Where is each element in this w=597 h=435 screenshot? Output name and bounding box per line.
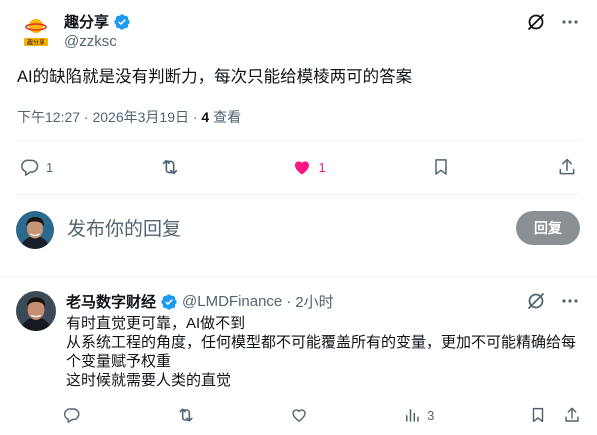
retweet-icon [179, 408, 193, 422]
divider [0, 276, 597, 277]
commenter-handle[interactable]: @LMDFinance [182, 293, 282, 310]
comment-views-count: 3 [427, 407, 435, 423]
comment-retweet-action[interactable] [176, 405, 196, 425]
verified-badge-icon [114, 13, 130, 30]
author-handle[interactable]: @zzksc [64, 33, 117, 50]
comment-reply-action[interactable] [63, 406, 81, 424]
reply-count: 1 [46, 159, 54, 175]
comment-time[interactable]: 2小时 [295, 291, 333, 312]
post-meta: 下午12:27 · 2026年3月19日 · 4 查看 [17, 107, 241, 127]
reply-icon [21, 159, 39, 177]
verified-badge-icon [161, 293, 177, 310]
retweet-action[interactable] [159, 156, 187, 178]
heart-outline-icon [292, 409, 307, 422]
grok-icon[interactable] [526, 291, 546, 311]
heart-icon [295, 161, 310, 175]
author-avatar[interactable]: 趣分享 [17, 13, 55, 51]
post-action-bar: 1 1 [20, 155, 577, 179]
comment-line: 这时候就需要人类的直觉 [66, 372, 232, 389]
post-timestamp[interactable]: 下午12:27 · 2026年3月19日 · [17, 109, 201, 125]
author-name[interactable]: 趣分享 [64, 11, 109, 32]
more-icon[interactable] [560, 12, 580, 32]
divider [16, 140, 581, 141]
like-count: 1 [318, 159, 326, 175]
bookmark-action[interactable] [431, 157, 451, 177]
more-icon[interactable] [560, 291, 580, 311]
post-text: AI的缺陷就是没有判断力，每次只能给模棱两可的答案 [17, 68, 413, 86]
commenter-name[interactable]: 老马数字财经 [66, 291, 156, 312]
commenter-avatar[interactable] [16, 291, 56, 331]
retweet-icon [162, 159, 178, 175]
comment-bookmark-action[interactable] [529, 406, 547, 424]
comment-text: 有时直觉更可靠，AI做不到 从系统工程的角度，任何模型都不可能覆盖所有的变量，更… [66, 314, 581, 390]
bookmark-icon [532, 407, 544, 423]
grok-icon[interactable] [526, 12, 546, 32]
reply-icon [63, 408, 80, 424]
svg-text:趣分享: 趣分享 [27, 39, 45, 47]
share-icon [565, 407, 579, 422]
comment-views-action[interactable]: 3 [403, 406, 434, 424]
like-action[interactable]: 1 [292, 157, 326, 177]
share-action[interactable] [557, 157, 577, 177]
comment-like-action[interactable] [290, 406, 308, 424]
divider [16, 194, 581, 195]
comment-line: 从系统工程的角度，任何模型都不可能覆盖所有的变量，更加不可能精确给每个变量赋予权… [66, 334, 577, 370]
share-icon [559, 158, 575, 175]
bookmark-icon [435, 159, 448, 175]
reply-input[interactable] [67, 216, 487, 244]
comment-action-bar: 3 [63, 404, 581, 426]
comment-line: 有时直觉更可靠，AI做不到 [66, 315, 246, 332]
reply-action[interactable]: 1 [20, 157, 53, 177]
comment-share-action[interactable] [563, 406, 581, 424]
views-label: 查看 [209, 109, 242, 125]
current-user-avatar[interactable] [16, 211, 54, 249]
meta-separator: · [286, 293, 292, 310]
analytics-icon [406, 409, 419, 422]
comment-header: 老马数字财经 @LMDFinance · 2小时 [66, 291, 334, 312]
qufenxiang-logo: 趣分享 [17, 13, 55, 51]
author-name-row[interactable]: 趣分享 [64, 11, 131, 32]
reply-button[interactable]: 回复 [516, 211, 580, 245]
comment-bookmark-share-group [529, 406, 581, 424]
